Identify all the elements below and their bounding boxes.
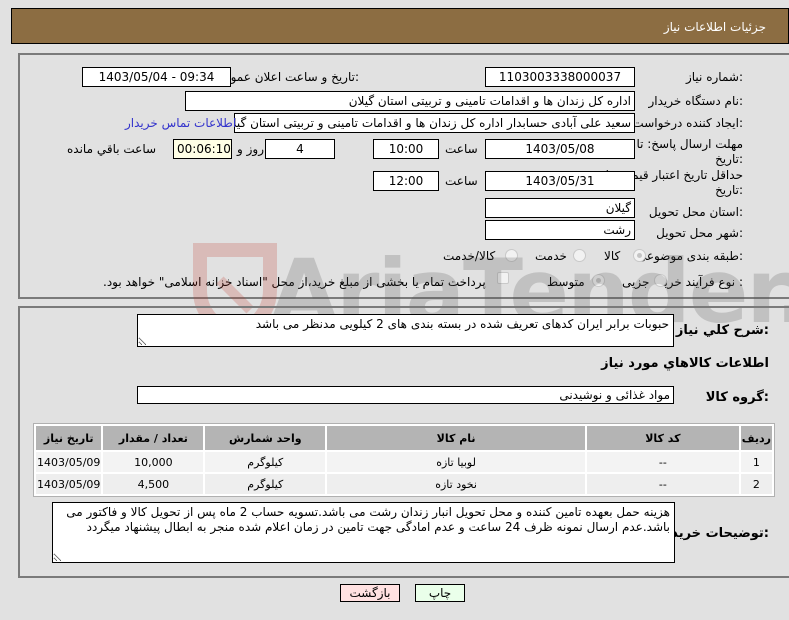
print-button[interactable]: چاپ	[415, 584, 465, 602]
cell-quantity: 4,500	[103, 474, 204, 494]
col-header-name: نام کالا	[327, 426, 585, 450]
need-number-field[interactable]: 1103003338000037	[485, 67, 635, 87]
cell-unit: کیلوگرم	[205, 452, 326, 472]
validity-date-field[interactable]: 1403/05/31	[485, 171, 635, 191]
creator-label: ایجاد کننده درخواست:	[632, 116, 743, 130]
time-remaining-field[interactable]: 00:06:10	[173, 139, 232, 159]
validity-time-label: ساعت	[445, 174, 478, 188]
deadline-time-label: ساعت	[445, 142, 478, 156]
treasury-checkbox[interactable]	[497, 272, 509, 284]
back-button[interactable]: بازگشت	[340, 584, 400, 602]
category-option-service: خدمت	[535, 249, 567, 263]
treasury-checkbox-label: پرداخت تمام یا بخشی از مبلغ خرید،از محل …	[103, 275, 486, 289]
deadline-date-field[interactable]: 1403/05/08	[485, 139, 635, 159]
buyer-notes-textarea[interactable]: هزینه حمل بعهده تامین کننده و محل تحویل …	[52, 502, 675, 563]
validity-time-field[interactable]: 12:00	[373, 171, 439, 191]
need-number-label: شماره نیاز:	[685, 70, 743, 84]
days-remaining-field[interactable]: 4	[265, 139, 335, 159]
category-radio-service[interactable]	[573, 249, 586, 262]
cell-row-no: 2	[740, 474, 772, 494]
buyer-contact-link[interactable]: اطلاعات تماس خریدار	[125, 116, 236, 130]
time-remaining-label: ساعت باقي مانده	[67, 142, 157, 156]
cell-row-no: 1	[740, 452, 772, 472]
page-title: جزئیات اطلاعات نیاز	[663, 20, 766, 34]
category-option-goods-service: کالا/خدمت	[443, 249, 496, 263]
summary-textarea[interactable]: حبوبات برابر ایران کدهای تعریف شده در بس…	[137, 314, 674, 347]
buyer-notes-label: توضیحات خریدار:	[659, 526, 769, 541]
goods-group-label: گروه کالا:	[705, 390, 769, 405]
col-header-date: تاریخ نیاز	[36, 426, 102, 450]
goods-info-title: اطلاعات کالاهاي مورد نیاز	[601, 356, 769, 371]
col-header-code: کد کالا	[586, 426, 739, 450]
col-header-quantity: تعداد / مقدار	[103, 426, 204, 450]
category-option-goods: کالا	[604, 249, 621, 263]
process-option-medium: متوسط	[547, 275, 585, 289]
announce-label: تاریخ و ساعت اعلان عمومی:	[214, 70, 359, 84]
process-option-minor: جزیی	[622, 275, 650, 289]
category-radio-goods-service[interactable]	[505, 249, 518, 262]
process-type-label: نوع فرآیند خرید :	[658, 275, 743, 289]
summary-label: شرح کلي نیاز:	[675, 323, 769, 338]
col-header-row-no: ردیف	[740, 426, 772, 450]
cell-unit: کیلوگرم	[205, 474, 326, 494]
goods-group-field[interactable]: مواد غذائی و نوشیدنی	[137, 386, 674, 404]
cell-code: --	[586, 474, 739, 494]
process-radio-medium[interactable]	[592, 274, 605, 287]
deadline-time-field[interactable]: 10:00	[373, 139, 439, 159]
page-header: جزئیات اطلاعات نیاز	[11, 8, 789, 44]
cell-quantity: 10,000	[103, 452, 204, 472]
process-radio-minor[interactable]	[654, 274, 667, 287]
cell-code: --	[586, 452, 739, 472]
cell-name: لوبیا تازه	[327, 452, 585, 472]
city-field[interactable]: رشت	[485, 220, 635, 240]
province-label: استان محل تحویل:	[648, 205, 743, 219]
cell-date: 1403/05/09	[36, 474, 102, 494]
category-radio-goods[interactable]	[633, 249, 646, 262]
cell-name: نخود تازه	[327, 474, 585, 494]
creator-field[interactable]: سعید علی آبادی حسابدار اداره کل زندان ها…	[234, 113, 635, 133]
deadline-label: مهلت ارسال پاسخ: تا تاریخ:	[636, 137, 743, 166]
days-label: روز و	[237, 142, 264, 156]
buyer-org-field[interactable]: اداره کل زندان ها و اقدامات تامینی و ترب…	[185, 91, 635, 111]
col-header-unit: واحد شمارش	[205, 426, 326, 450]
cell-date: 1403/05/09	[36, 452, 102, 472]
category-label: طبقه بندی موضوعی:	[636, 249, 743, 263]
city-label: شهر محل تحویل:	[656, 226, 743, 240]
table-row[interactable]: 2 -- نخود تازه کیلوگرم 4,500 1403/05/09	[36, 474, 772, 494]
buyer-org-label: نام دستگاه خریدار:	[648, 94, 744, 108]
announce-datetime-field[interactable]: 1403/05/04 - 09:34	[82, 67, 231, 87]
table-header-row: ردیف کد کالا نام کالا واحد شمارش تعداد /…	[36, 426, 772, 450]
table-row[interactable]: 1 -- لوبیا تازه کیلوگرم 10,000 1403/05/0…	[36, 452, 772, 472]
goods-table: ردیف کد کالا نام کالا واحد شمارش تعداد /…	[33, 423, 775, 497]
province-field[interactable]: گیلان	[485, 198, 635, 218]
